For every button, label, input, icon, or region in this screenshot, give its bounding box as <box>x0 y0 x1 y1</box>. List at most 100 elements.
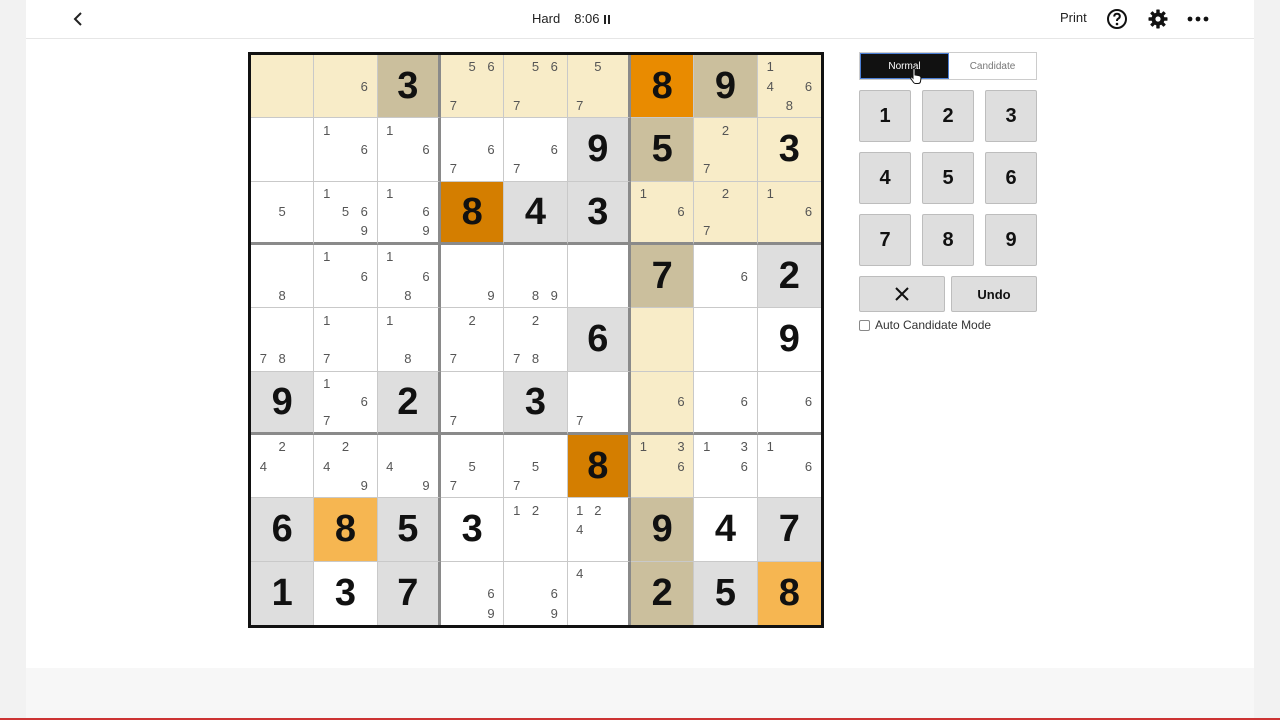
sudoku-cell-r9c6[interactable]: 4 <box>567 561 631 625</box>
sudoku-cell-r7c8[interactable]: 1 3 6 <box>694 434 758 499</box>
sudoku-cell-r3c6[interactable]: 3 <box>567 181 631 245</box>
number-button-8[interactable]: 8 <box>922 214 974 266</box>
sudoku-cell-r6c8[interactable]: 6 <box>694 371 758 435</box>
sudoku-cell-r7c6[interactable]: 8 <box>567 434 631 499</box>
sudoku-cell-r2c2[interactable]: 16 <box>314 118 378 182</box>
sudoku-cell-r7c3[interactable]: 49 <box>377 434 441 499</box>
number-button-1[interactable]: 1 <box>859 90 911 142</box>
sudoku-cell-r7c7[interactable]: 1 3 6 <box>630 434 695 499</box>
sudoku-cell-r5c7[interactable] <box>630 308 695 372</box>
sudoku-cell-r2c7[interactable]: 5 <box>630 118 695 182</box>
sudoku-cell-r5c9[interactable]: 9 <box>757 308 821 372</box>
number-button-7[interactable]: 7 <box>859 214 911 266</box>
sudoku-cell-r4c4[interactable]: 9 <box>440 244 505 309</box>
number-button-3[interactable]: 3 <box>985 90 1037 142</box>
sudoku-cell-r2c9[interactable]: 3 <box>757 118 821 182</box>
sudoku-cell-r3c9[interactable]: 16 <box>757 181 821 245</box>
sudoku-cell-r5c3[interactable]: 18 <box>377 308 441 372</box>
erase-button[interactable] <box>859 276 945 312</box>
sudoku-cell-r9c9[interactable]: 8 <box>757 561 821 625</box>
pause-icon[interactable] <box>603 15 611 24</box>
sudoku-cell-r4c2[interactable]: 16 <box>314 244 378 309</box>
sudoku-cell-r8c7[interactable]: 9 <box>630 498 695 562</box>
auto-candidate-checkbox[interactable] <box>859 319 870 331</box>
sudoku-cell-r6c2[interactable]: 1 6 7 <box>314 371 378 435</box>
sudoku-cell-r2c3[interactable]: 16 <box>377 118 441 182</box>
undo-button[interactable]: Undo <box>951 276 1037 312</box>
sudoku-cell-r7c4[interactable]: 57 <box>440 434 505 499</box>
sudoku-cell-r4c8[interactable]: 6 <box>694 244 758 309</box>
sudoku-cell-r5c1[interactable]: 78 <box>251 308 315 372</box>
sudoku-cell-r1c5[interactable]: 56 7 <box>504 55 568 119</box>
sudoku-cell-r4c9[interactable]: 2 <box>757 244 821 309</box>
sudoku-cell-r4c3[interactable]: 1 68 <box>377 244 441 309</box>
sudoku-cell-r4c6[interactable] <box>567 244 631 309</box>
sudoku-cell-r1c2[interactable]: 6 <box>314 55 378 119</box>
sudoku-cell-r8c5[interactable]: 12 <box>504 498 568 562</box>
sudoku-cell-r1c1[interactable] <box>251 55 315 119</box>
sudoku-cell-r4c7[interactable]: 7 <box>630 244 695 309</box>
sudoku-cell-r8c9[interactable]: 7 <box>757 498 821 562</box>
sudoku-cell-r9c2[interactable]: 3 <box>314 561 378 625</box>
sudoku-cell-r9c4[interactable]: 69 <box>440 561 505 625</box>
sudoku-cell-r5c6[interactable]: 6 <box>567 308 631 372</box>
sudoku-cell-r6c4[interactable]: 7 <box>440 371 505 435</box>
sudoku-cell-r5c8[interactable] <box>694 308 758 372</box>
sudoku-cell-r9c3[interactable]: 7 <box>377 561 441 625</box>
sudoku-cell-r4c1[interactable]: 8 <box>251 244 315 309</box>
sudoku-cell-r3c8[interactable]: 27 <box>694 181 758 245</box>
sudoku-cell-r1c7[interactable]: 8 <box>630 55 695 119</box>
sudoku-cell-r3c5[interactable]: 4 <box>504 181 568 245</box>
sudoku-cell-r9c8[interactable]: 5 <box>694 561 758 625</box>
sudoku-cell-r9c7[interactable]: 2 <box>630 561 695 625</box>
sudoku-cell-r7c1[interactable]: 24 <box>251 434 315 499</box>
gear-icon[interactable] <box>1147 8 1169 30</box>
sudoku-cell-r2c8[interactable]: 27 <box>694 118 758 182</box>
sudoku-cell-r8c8[interactable]: 4 <box>694 498 758 562</box>
sudoku-cell-r3c2[interactable]: 1569 <box>314 181 378 245</box>
sudoku-cell-r7c5[interactable]: 57 <box>504 434 568 499</box>
more-icon[interactable] <box>1187 8 1209 30</box>
sudoku-cell-r8c3[interactable]: 5 <box>377 498 441 562</box>
sudoku-cell-r3c7[interactable]: 16 <box>630 181 695 245</box>
sudoku-cell-r5c2[interactable]: 17 <box>314 308 378 372</box>
sudoku-cell-r1c9[interactable]: 1 4 68 <box>757 55 821 119</box>
sudoku-cell-r1c4[interactable]: 56 7 <box>440 55 505 119</box>
sudoku-cell-r7c9[interactable]: 16 <box>757 434 821 499</box>
sudoku-cell-r6c7[interactable]: 6 <box>630 371 695 435</box>
sudoku-cell-r5c5[interactable]: 2 78 <box>504 308 568 372</box>
sudoku-cell-r6c5[interactable]: 3 <box>504 371 568 435</box>
sudoku-cell-r6c3[interactable]: 2 <box>377 371 441 435</box>
number-button-4[interactable]: 4 <box>859 152 911 204</box>
sudoku-cell-r5c4[interactable]: 27 <box>440 308 505 372</box>
back-arrow-icon[interactable] <box>68 8 90 30</box>
sudoku-cell-r8c1[interactable]: 6 <box>251 498 315 562</box>
sudoku-cell-r6c6[interactable]: 7 <box>567 371 631 435</box>
sudoku-cell-r2c5[interactable]: 67 <box>504 118 568 182</box>
sudoku-cell-r6c9[interactable]: 6 <box>757 371 821 435</box>
sudoku-cell-r9c1[interactable]: 1 <box>251 561 315 625</box>
sudoku-cell-r4c5[interactable]: 89 <box>504 244 568 309</box>
sudoku-cell-r3c4[interactable]: 8 <box>440 181 505 245</box>
number-button-6[interactable]: 6 <box>985 152 1037 204</box>
sudoku-cell-r1c3[interactable]: 3 <box>377 55 441 119</box>
sudoku-cell-r1c6[interactable]: 57 <box>567 55 631 119</box>
sudoku-cell-r2c6[interactable]: 9 <box>567 118 631 182</box>
sudoku-cell-r3c1[interactable]: 5 <box>251 181 315 245</box>
candidate-mode-button[interactable]: Candidate <box>949 53 1036 79</box>
sudoku-cell-r8c2[interactable]: 8 <box>314 498 378 562</box>
normal-mode-button[interactable]: Normal <box>860 53 949 79</box>
sudoku-cell-r3c3[interactable]: 1 6 9 <box>377 181 441 245</box>
sudoku-cell-r9c5[interactable]: 69 <box>504 561 568 625</box>
print-button[interactable]: Print <box>1060 10 1087 25</box>
help-icon[interactable] <box>1106 8 1128 30</box>
sudoku-cell-r7c2[interactable]: 24 9 <box>314 434 378 499</box>
sudoku-cell-r6c1[interactable]: 9 <box>251 371 315 435</box>
sudoku-cell-r8c4[interactable]: 3 <box>440 498 505 562</box>
number-button-2[interactable]: 2 <box>922 90 974 142</box>
sudoku-cell-r1c8[interactable]: 9 <box>694 55 758 119</box>
sudoku-cell-r2c1[interactable] <box>251 118 315 182</box>
number-button-5[interactable]: 5 <box>922 152 974 204</box>
sudoku-cell-r8c6[interactable]: 124 <box>567 498 631 562</box>
number-button-9[interactable]: 9 <box>985 214 1037 266</box>
